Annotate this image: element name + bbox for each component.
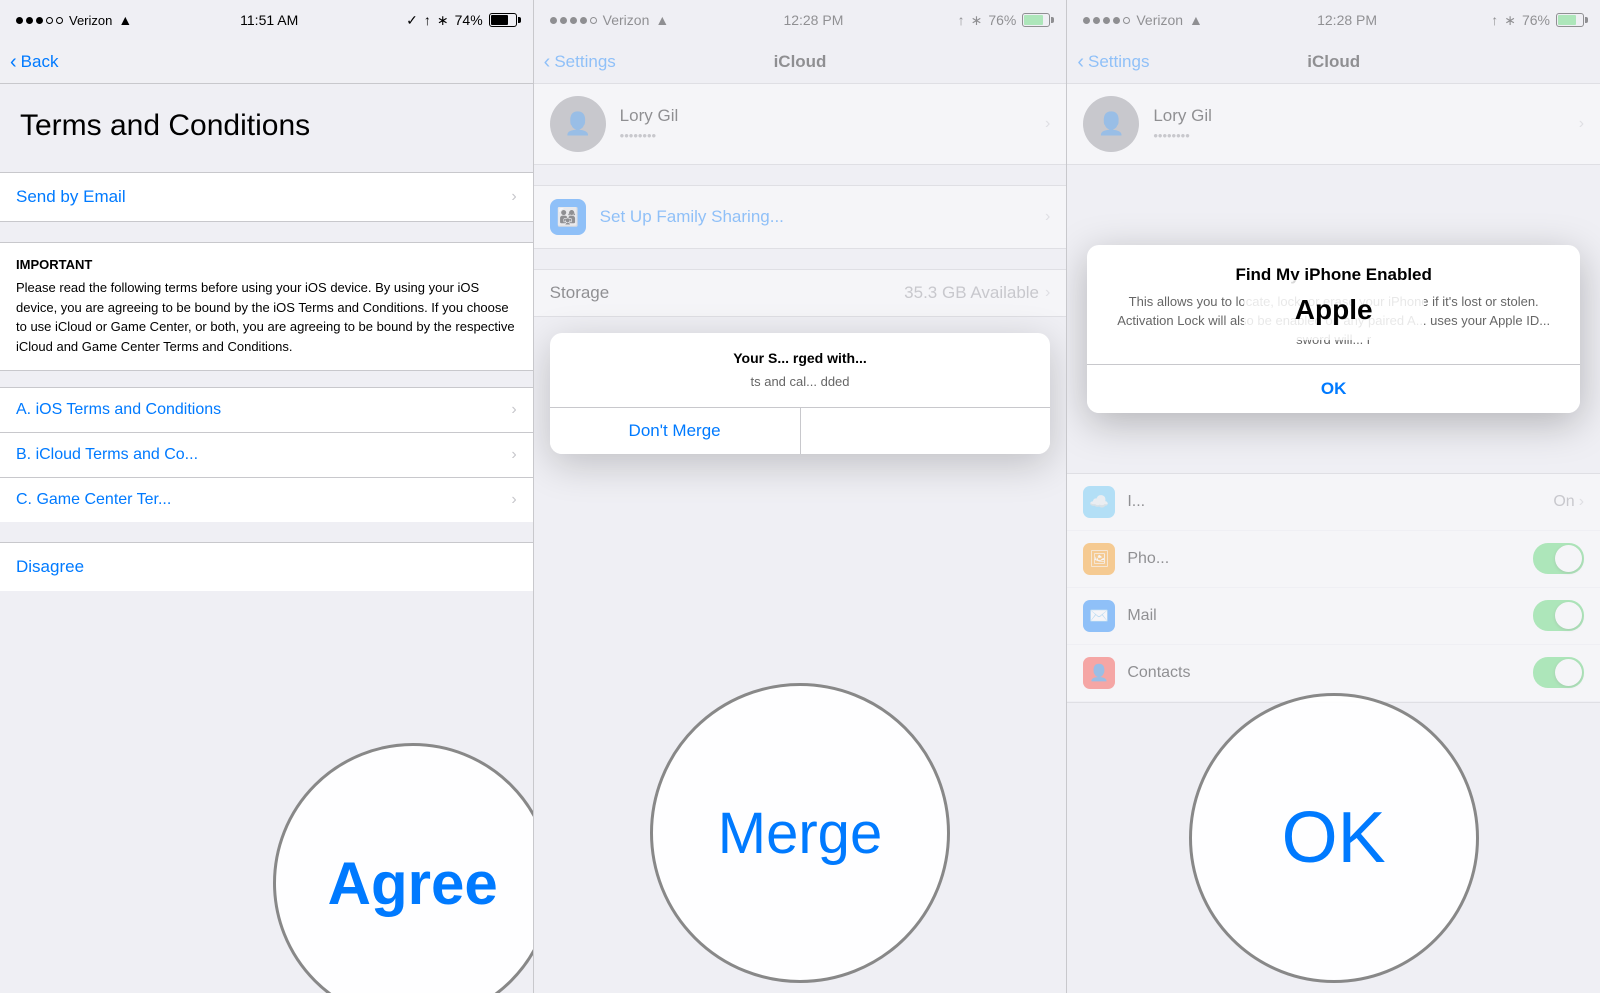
signal-dots-1: [16, 17, 63, 24]
dont-merge-btn[interactable]: Don't Merge: [550, 408, 800, 454]
merge-dialog: Your S... rged with... ts and cal... dde…: [550, 333, 1051, 454]
merge-dialog-actions: Don't Merge: [550, 407, 1051, 454]
send-email-row[interactable]: Send by Email ›: [0, 172, 533, 222]
merge-circle[interactable]: Merge: [650, 683, 950, 983]
dot4: [46, 17, 53, 24]
status-left-1: Verizon ▲: [16, 12, 132, 28]
wifi-icon-1: ▲: [118, 12, 132, 28]
ok-label: OK: [1282, 797, 1386, 879]
carrier-label-1: Verizon: [69, 13, 112, 28]
back-chevron-1: ‹: [10, 52, 17, 72]
panel-terms: Verizon ▲ 11:51 AM ✓ ↑ ∗ 74% ‹ Back Term…: [0, 0, 533, 993]
send-email-label: Send by Email: [16, 187, 126, 207]
terms-link-icloud-label: B. iCloud Terms and Co...: [16, 446, 198, 464]
panel-icloud-findmy: Verizon ▲ 12:28 PM ↑ ∗ 76% ‹ Settings iC…: [1066, 0, 1600, 993]
terms-title-section: Terms and Conditions: [0, 84, 533, 156]
nav-bar-1: ‹ Back: [0, 40, 533, 84]
merge-label: Merge: [718, 800, 882, 867]
terms-link-ios-label: A. iOS Terms and Conditions: [16, 401, 221, 419]
terms-important-label: IMPORTANT: [16, 257, 517, 272]
panel-icloud-merge: Verizon ▲ 12:28 PM ↑ ∗ 76% ‹ Settings iC…: [533, 0, 1067, 993]
ok-button[interactable]: OK: [1087, 365, 1580, 413]
dot3: [36, 17, 43, 24]
merge-dialog-title: Your S... rged with...: [566, 349, 1035, 369]
disagree-button[interactable]: Disagree: [16, 557, 84, 576]
terms-link-gc-chevron: ›: [511, 491, 516, 509]
dot2: [26, 17, 33, 24]
merge-dialog-text: ts and cal... dded: [751, 374, 850, 389]
merge-btn[interactable]: [800, 408, 1051, 454]
status-right-1: ✓ ↑ ∗ 74%: [406, 12, 517, 29]
terms-bottom-bar: Disagree: [0, 542, 533, 591]
back-label-1: Back: [21, 52, 59, 72]
bt-label-1: ∗: [437, 12, 449, 29]
battery-1: [489, 13, 517, 27]
status-bar-1: Verizon ▲ 11:51 AM ✓ ↑ ∗ 74%: [0, 0, 533, 40]
terms-link-icloud[interactable]: B. iCloud Terms and Co... ›: [0, 432, 533, 477]
merge-dialog-body: Your S... rged with... ts and cal... dde…: [550, 333, 1051, 407]
battery-pct-1: 74%: [455, 12, 483, 28]
agree-label: Agree: [328, 849, 498, 918]
terms-links: A. iOS Terms and Conditions › B. iCloud …: [0, 387, 533, 522]
terms-link-ios-chevron: ›: [511, 401, 516, 419]
apple-logo-text: Apple: [1295, 294, 1373, 326]
terms-link-ios[interactable]: A. iOS Terms and Conditions ›: [0, 387, 533, 432]
terms-body-text: Please read the following terms before u…: [16, 278, 517, 356]
terms-link-gamecenter[interactable]: C. Game Center Ter... ›: [0, 477, 533, 522]
terms-body: IMPORTANT Please read the following term…: [0, 242, 533, 371]
time-1: 11:51 AM: [240, 12, 298, 28]
find-my-actions: OK: [1087, 364, 1580, 413]
dot5: [56, 17, 63, 24]
terms-title: Terms and Conditions: [20, 108, 513, 144]
back-button-1[interactable]: ‹ Back: [10, 52, 58, 72]
send-email-chevron: ›: [511, 188, 516, 206]
bt-icon-1: ✓: [406, 12, 418, 29]
arrow-up-1: ↑: [424, 12, 431, 28]
terms-link-icloud-chevron: ›: [511, 446, 516, 464]
terms-link-gc-label: C. Game Center Ter...: [16, 491, 171, 509]
apple-logo-area: Apple: [1244, 280, 1424, 340]
dot1: [16, 17, 23, 24]
battery-fill-1: [491, 15, 509, 25]
ok-circle[interactable]: OK: [1189, 693, 1479, 983]
